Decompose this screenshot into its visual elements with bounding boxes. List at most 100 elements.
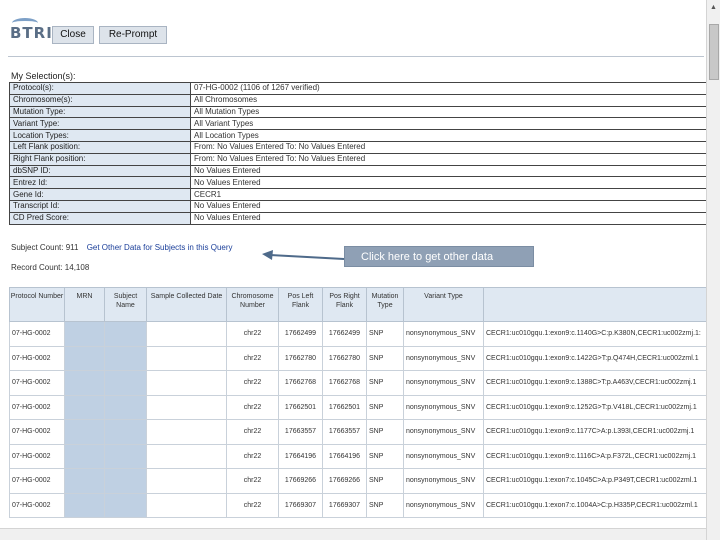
selection-key: Transcript Id: <box>9 199 191 213</box>
table-cell <box>104 370 147 396</box>
toolbar: BTRIS Close Re-Prompt <box>0 0 706 60</box>
selection-key: Variant Type: <box>9 117 191 131</box>
table-cell <box>146 394 227 420</box>
table-cell <box>104 492 147 518</box>
table-cell: chr22 <box>226 321 279 347</box>
table-cell: 17664196 <box>278 443 323 469</box>
column-header[interactable]: MRN <box>64 287 105 322</box>
table-cell: CECR1:uc010gqu.1:exon9:c.1388C>T:p.A463V… <box>483 370 710 396</box>
selection-value: From: No Values Entered To: No Values En… <box>190 152 711 166</box>
table-row[interactable]: 07-HG-0002 chr22 17662501 17662501 SNP nonsyn… <box>9 394 710 420</box>
table-cell: SNP <box>366 468 404 494</box>
table-cell: chr22 <box>226 468 279 494</box>
table-cell: chr22 <box>226 345 279 371</box>
table-cell: SNP <box>366 443 404 469</box>
table-cell <box>104 419 147 445</box>
column-header[interactable] <box>483 287 710 322</box>
table-cell <box>64 443 105 469</box>
table-cell: 07-HG-0002 <box>9 492 65 518</box>
reprompt-button[interactable]: Re-Prompt <box>99 26 167 44</box>
table-row[interactable]: 07-HG-0002 chr22 17669266 17669266 SNP nonsyn… <box>9 468 710 494</box>
table-cell: CECR1:uc010gqu.1:exon7:c.1045C>A:p.P349T… <box>483 468 710 494</box>
selection-value: No Values Entered <box>190 176 711 190</box>
column-header[interactable]: Subject Name <box>104 287 147 322</box>
column-header[interactable]: Protocol Number <box>9 287 65 322</box>
selection-row: Left Flank position: From: No Values Ente… <box>9 140 711 154</box>
table-row[interactable]: 07-HG-0002 chr22 17663557 17663557 SNP nonsyn… <box>9 419 710 445</box>
table-cell: nonsynonymous_SNV <box>403 419 484 445</box>
table-cell: 07-HG-0002 <box>9 468 65 494</box>
table-cell: CECR1:uc010gqu.1:exon9:c.1422G>T:p.Q474H… <box>483 345 710 371</box>
selection-key: CD Pred Score: <box>9 211 191 225</box>
table-cell: chr22 <box>226 370 279 396</box>
table-cell: chr22 <box>226 492 279 518</box>
scroll-up-icon[interactable]: ▲ <box>710 4 717 11</box>
table-cell <box>64 321 105 347</box>
selection-value: No Values Entered <box>190 199 711 213</box>
table-cell: 07-HG-0002 <box>9 394 65 420</box>
table-cell <box>104 345 147 371</box>
selection-value: All Variant Types <box>190 117 711 131</box>
table-cell: 17662499 <box>278 321 323 347</box>
table-row[interactable]: 07-HG-0002 chr22 17662499 17662499 SNP nonsyn… <box>9 321 710 347</box>
callout-box: Click here to get other data <box>344 246 534 267</box>
table-cell: SNP <box>366 492 404 518</box>
table-cell <box>104 394 147 420</box>
selection-key: Gene Id: <box>9 188 191 201</box>
table-cell <box>64 492 105 518</box>
close-button[interactable]: Close <box>52 26 94 44</box>
table-cell: 17669307 <box>322 492 367 518</box>
selection-key: Entrez Id: <box>9 176 191 190</box>
scroll-thumb[interactable] <box>709 24 719 80</box>
table-cell: CECR1:uc010gqu.1:exon9:c.1140G>C:p.K380N… <box>483 321 710 347</box>
table-row[interactable]: 07-HG-0002 chr22 17669307 17669307 SNP nonsyn… <box>9 492 710 518</box>
table-cell: 07-HG-0002 <box>9 370 65 396</box>
selection-key: Protocol(s): <box>9 82 191 95</box>
column-header[interactable]: Variant Type <box>403 287 484 322</box>
selection-key: Left Flank position: <box>9 140 191 154</box>
selection-row: Gene Id: CECR1 <box>9 188 711 201</box>
table-cell <box>146 419 227 445</box>
selection-value: No Values Entered <box>190 164 711 178</box>
selection-key: Right Flank position: <box>9 152 191 166</box>
horizontal-scrollbar[interactable] <box>0 528 706 540</box>
selection-title: My Selection(s): <box>11 71 76 81</box>
table-cell: chr22 <box>226 419 279 445</box>
table-cell <box>146 370 227 396</box>
table-cell: 07-HG-0002 <box>9 321 65 347</box>
toolbar-divider <box>8 56 704 57</box>
table-cell <box>104 468 147 494</box>
selection-row: Chromosome(s): All Chromosomes <box>9 93 711 107</box>
selection-table: Protocol(s): 07-HG-0002 (1106 of 1267 ver… <box>9 82 711 225</box>
table-cell: CECR1:uc010gqu.1:exon9:c.1177C>A:p.L393I… <box>483 419 710 445</box>
column-header[interactable]: Pos Right Flank <box>322 287 367 322</box>
column-header[interactable]: Chromosome Number <box>226 287 279 322</box>
table-row[interactable]: 07-HG-0002 chr22 17662768 17662768 SNP nonsyn… <box>9 370 710 396</box>
table-cell: SNP <box>366 394 404 420</box>
column-header[interactable]: Mutation Type <box>366 287 404 322</box>
table-cell: nonsynonymous_SNV <box>403 394 484 420</box>
table-row[interactable]: 07-HG-0002 chr22 17662780 17662780 SNP nonsyn… <box>9 345 710 371</box>
selection-row: CD Pred Score: No Values Entered <box>9 211 711 225</box>
column-header[interactable]: Pos Left Flank <box>278 287 323 322</box>
table-cell <box>146 321 227 347</box>
table-cell: CECR1:uc010gqu.1:exon9:c.1116C>A:p.F372L… <box>483 443 710 469</box>
table-cell <box>64 419 105 445</box>
table-row[interactable]: 07-HG-0002 chr22 17664196 17664196 SNP nonsyn… <box>9 443 710 469</box>
column-header[interactable]: Sample Collected Date <box>146 287 227 322</box>
table-cell: chr22 <box>226 443 279 469</box>
results-table: Protocol Number MRN Subject Name Sample Col… <box>9 287 710 518</box>
table-cell: SNP <box>366 419 404 445</box>
selection-key: Chromosome(s): <box>9 93 191 107</box>
table-cell <box>146 468 227 494</box>
selection-value: From: No Values Entered To: No Values En… <box>190 140 711 154</box>
table-cell <box>104 443 147 469</box>
get-other-data-link[interactable]: Get Other Data for Subjects in this Quer… <box>87 243 233 252</box>
vertical-scrollbar[interactable]: ▲ <box>706 0 720 540</box>
selection-row: Mutation Type: All Mutation Types <box>9 105 711 119</box>
table-cell: 17669307 <box>278 492 323 518</box>
selection-key: dbSNP ID: <box>9 164 191 178</box>
table-cell: 17663557 <box>278 419 323 445</box>
table-cell: nonsynonymous_SNV <box>403 370 484 396</box>
table-cell <box>64 345 105 371</box>
